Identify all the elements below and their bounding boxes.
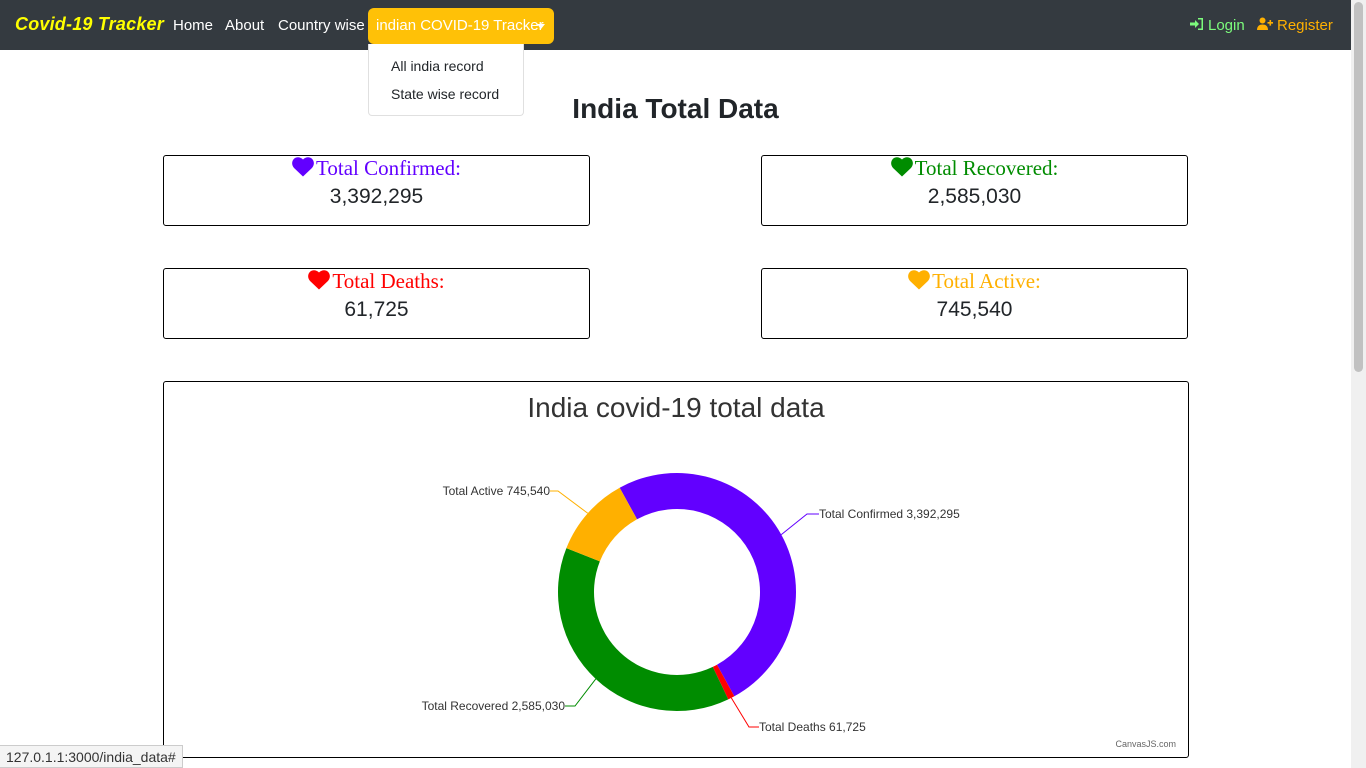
- nav-home[interactable]: Home: [173, 17, 213, 34]
- label-leader-line: [565, 678, 597, 707]
- recovered-card: Total Recovered: 2,585,030: [761, 155, 1188, 226]
- status-bar-url: 127.0.1.1:3000/india_data#: [0, 745, 183, 768]
- donut-label: Total Active 745,540: [443, 484, 551, 498]
- label-leader-line: [550, 490, 589, 514]
- recovered-label: Total Recovered:: [914, 156, 1059, 180]
- brand-logo[interactable]: Covid-19 Tracker: [15, 14, 164, 35]
- register-label: Register: [1277, 17, 1333, 34]
- heart-icon: [890, 157, 913, 177]
- nav-about[interactable]: About: [225, 17, 264, 34]
- deaths-card: Total Deaths: 61,725: [163, 268, 590, 339]
- label-leader-line: [730, 697, 759, 728]
- donut-slice-total-confirmed[interactable]: [619, 473, 797, 697]
- page-title: India Total Data: [572, 93, 779, 124]
- login-label: Login: [1208, 17, 1245, 34]
- active-value: 745,540: [936, 298, 1013, 321]
- caret-down-icon: [537, 24, 545, 29]
- chart-card: India covid-19 total data Total Confirme…: [163, 381, 1189, 758]
- donut-label: Total Deaths 61,725: [759, 720, 866, 734]
- confirmed-label: Total Confirmed:: [316, 156, 461, 180]
- login-link[interactable]: Login: [1190, 17, 1245, 34]
- chart-credit[interactable]: CanvasJS.com: [1115, 739, 1176, 749]
- active-label: Total Active:: [932, 269, 1041, 293]
- nav-country-wise[interactable]: Country wise: [278, 17, 365, 34]
- dropdown-label: indian COVID-19 Tracker: [376, 17, 544, 34]
- active-card: Total Active: 745,540: [761, 268, 1188, 339]
- vertical-scrollbar[interactable]: [1351, 0, 1366, 768]
- confirmed-value: 3,392,295: [329, 185, 424, 208]
- recovered-label-row: Total Recovered:: [762, 157, 1187, 179]
- menu-item-all-india-record[interactable]: All india record: [391, 58, 484, 74]
- confirmed-card: Total Confirmed: 3,392,295: [163, 155, 590, 226]
- donut-slice-total-recovered[interactable]: [558, 548, 729, 711]
- active-label-row: Total Active:: [762, 270, 1187, 292]
- confirmed-label-row: Total Confirmed:: [164, 157, 589, 179]
- sign-in-icon: [1190, 18, 1203, 30]
- donut-chart: Total Confirmed 3,392,295 Total Deaths 61…: [422, 473, 960, 734]
- recovered-value: 2,585,030: [927, 185, 1022, 208]
- indian-tracker-dropdown-button[interactable]: indian COVID-19 Tracker: [368, 8, 554, 44]
- user-plus-icon: [1257, 17, 1273, 30]
- donut-label: Total Confirmed 3,392,295: [819, 507, 960, 521]
- label-leader-line: [780, 513, 819, 536]
- heart-icon: [908, 270, 930, 290]
- deaths-value: 61,725: [344, 298, 409, 321]
- heart-icon: [308, 270, 331, 290]
- deaths-label-row: Total Deaths:: [164, 270, 589, 292]
- scrollbar-thumb[interactable]: [1354, 2, 1363, 372]
- deaths-label: Total Deaths:: [332, 269, 445, 293]
- heart-icon: [292, 157, 314, 177]
- navbar: Covid-19 Tracker Home About Country wise…: [0, 0, 1351, 50]
- donut-label: Total Recovered 2,585,030: [422, 699, 566, 713]
- register-link[interactable]: Register: [1257, 17, 1333, 34]
